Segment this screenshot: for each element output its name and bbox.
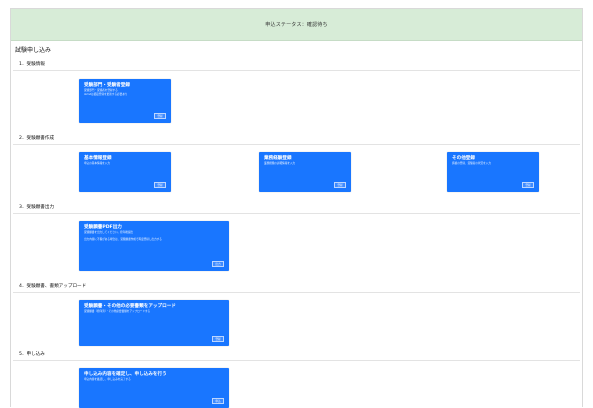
card-desc: 受験願書（捺印済）・その他必要書類をアップロードする: [84, 310, 151, 313]
status-text: 申込ステータス：確認待ち: [265, 22, 328, 28]
section-title-application-form: 2．受験願書作成: [19, 136, 55, 141]
card-basic-info[interactable]: 基本情報登録 申込の基本情報を入力 登録: [79, 152, 171, 192]
card-pdf-output[interactable]: 受験願書PDF出力 受験願書を出力してください。捺印後提出 出力内容に不備がある…: [79, 221, 229, 271]
register-button[interactable]: 登録: [522, 182, 534, 188]
section-title-upload: 4．受験願書、書類アップロード: [19, 284, 87, 289]
card-desc: 業務経験の詳細情報を入力: [264, 162, 296, 165]
card-work-experience[interactable]: 業務経験登録 業務経験の詳細情報を入力 登録: [259, 152, 351, 192]
card-document-upload[interactable]: 受験願書・その他の必要書類をアップロード 受験願書（捺印済）・その他必要書類をア…: [79, 300, 229, 346]
section-divider: [13, 292, 580, 293]
section-divider: [13, 144, 580, 145]
apply-button[interactable]: 申込: [212, 398, 224, 404]
card-desc: 受験願書を出力してください。捺印後提出: [84, 231, 134, 234]
card-confirm-apply[interactable]: 申し込み内容を確定し、申し込みを行う 申込内容を確認し、申し込みを完了する 申込: [79, 368, 229, 408]
card-other-registration[interactable]: その他登録 資格の登録、受験者の状況を入力 登録: [447, 152, 539, 192]
register-button[interactable]: 登録: [334, 182, 346, 188]
page-title: 試験申し込み: [15, 47, 52, 54]
card-desc: 資格の登録、受験者の状況を入力: [452, 162, 491, 165]
register-button[interactable]: 登録: [154, 113, 166, 119]
upload-button[interactable]: 登録: [212, 336, 224, 342]
card-desc: 出力内容に不備がある場合は、受験願書作成で再度登録し出力する: [84, 237, 162, 241]
section-title-applicant-info: 1．受験情報: [19, 62, 45, 67]
output-button[interactable]: 出力: [212, 261, 224, 267]
section-title-apply: 5．申し込み: [19, 352, 45, 357]
status-bar: 申込ステータス：確認待ち: [11, 9, 582, 41]
section-title-form-output: 3．受験願書出力: [19, 205, 55, 210]
card-desc: 申込の基本情報を入力: [84, 162, 110, 165]
main-frame: 申込ステータス：確認待ち 試験申し込み 1．受験情報 受験部門・受験者登録 受験…: [10, 8, 583, 408]
card-desc: 申込内容を確認し、申し込みを完了する: [84, 378, 131, 381]
card-department-registration[interactable]: 受験部門・受験者登録 受験部門・受験者を登録する ※2ndは都度登録を更新する必…: [79, 79, 171, 123]
register-button[interactable]: 登録: [154, 182, 166, 188]
section-divider: [13, 360, 580, 361]
card-desc: ※2ndは都度登録を更新する必要あり: [84, 92, 128, 96]
section-divider: [13, 70, 580, 71]
section-divider: [13, 213, 580, 214]
